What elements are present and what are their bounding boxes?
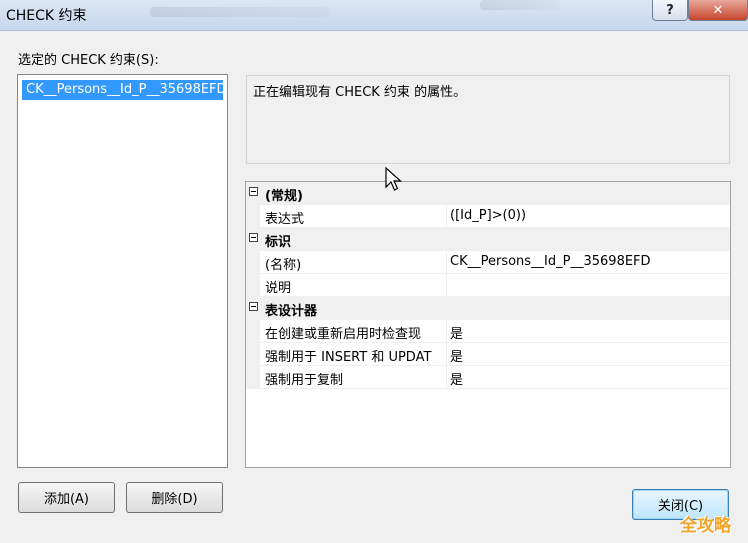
category-identity[interactable]: 标识 bbox=[246, 228, 730, 251]
property-row-description[interactable]: 说明 bbox=[246, 274, 730, 297]
background-blur bbox=[480, 0, 560, 10]
property-value[interactable]: CK__Persons__Id_P__35698EFD bbox=[450, 254, 651, 269]
delete-button[interactable]: 删除(D) bbox=[126, 482, 223, 513]
property-row-expression[interactable]: 表达式 ([Id_P]>(0)) bbox=[246, 205, 730, 228]
property-row-check-existing[interactable]: 在创建或重新启用时检查现 是 bbox=[246, 320, 730, 343]
description-box: 正在编辑现有 CHECK 约束 的属性。 bbox=[246, 75, 730, 164]
column-divider[interactable] bbox=[446, 320, 447, 343]
property-grid[interactable]: (常规) 表达式 ([Id_P]>(0)) 标识 (名称) CK__Person… bbox=[245, 181, 731, 468]
property-name: (名称) bbox=[265, 258, 302, 273]
category-label: 标识 bbox=[265, 235, 292, 250]
column-divider[interactable] bbox=[446, 366, 447, 389]
category-general[interactable]: (常规) bbox=[246, 182, 730, 205]
column-divider[interactable] bbox=[446, 274, 447, 297]
title-bar: CHECK 约束 ? ✕ bbox=[0, 0, 748, 31]
property-row-enforce-insert-update[interactable]: 强制用于 INSERT 和 UPDAT 是 bbox=[246, 343, 730, 366]
property-row-enforce-replication[interactable]: 强制用于复制 是 bbox=[246, 366, 730, 389]
list-item-selected[interactable]: CK__Persons__Id_P__35698EFD bbox=[22, 80, 223, 100]
help-button[interactable]: ? bbox=[652, 0, 688, 21]
constraint-list[interactable]: CK__Persons__Id_P__35698EFD bbox=[17, 74, 228, 468]
property-value[interactable]: ([Id_P]>(0)) bbox=[450, 208, 526, 223]
property-name: 强制用于复制 bbox=[265, 373, 344, 388]
close-window-button[interactable]: ✕ bbox=[688, 0, 748, 21]
window-title: CHECK 约束 bbox=[6, 8, 87, 24]
category-label: (常规) bbox=[265, 189, 303, 204]
watermark: 全攻略 bbox=[680, 516, 731, 536]
column-divider[interactable] bbox=[446, 251, 447, 274]
property-row-name[interactable]: (名称) CK__Persons__Id_P__35698EFD bbox=[246, 251, 730, 274]
selected-constraints-label: 选定的 CHECK 约束(S): bbox=[18, 53, 159, 68]
property-name: 在创建或重新启用时检查现 bbox=[265, 327, 422, 342]
column-divider[interactable] bbox=[446, 343, 447, 366]
column-divider[interactable] bbox=[446, 205, 447, 228]
property-value[interactable]: 是 bbox=[450, 369, 463, 388]
category-table-designer[interactable]: 表设计器 bbox=[246, 297, 730, 320]
category-label: 表设计器 bbox=[265, 304, 318, 319]
background-blur bbox=[150, 7, 330, 17]
mouse-cursor-icon bbox=[385, 167, 403, 191]
collapse-icon[interactable] bbox=[249, 233, 258, 242]
property-value[interactable]: 是 bbox=[450, 323, 463, 342]
property-name: 说明 bbox=[265, 281, 292, 296]
collapse-icon[interactable] bbox=[249, 302, 258, 311]
add-button[interactable]: 添加(A) bbox=[18, 482, 115, 513]
collapse-icon[interactable] bbox=[249, 187, 258, 196]
property-name: 强制用于 INSERT 和 UPDAT bbox=[265, 350, 432, 365]
property-value[interactable]: 是 bbox=[450, 346, 463, 365]
property-name: 表达式 bbox=[265, 212, 305, 227]
